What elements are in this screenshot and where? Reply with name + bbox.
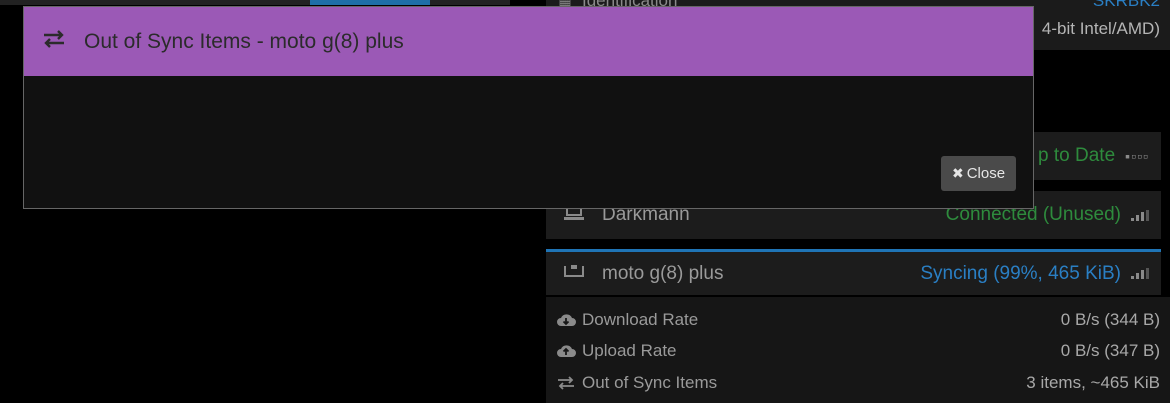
out-of-sync-label: Out of Sync Items [582, 373, 718, 392]
out-of-sync-row: Out of Sync Items 3 items, ~465 KiB [556, 368, 1160, 398]
arch-value: 4-bit Intel/AMD) [1041, 19, 1160, 38]
device-name: moto g(8) plus [602, 262, 724, 284]
background-accent [310, 0, 430, 5]
close-label: Close [966, 165, 1006, 182]
modal-header: Out of Sync Items - moto g(8) plus [24, 7, 1033, 76]
background-strip [0, 0, 510, 5]
phone-icon [562, 263, 586, 284]
device-status: p to Date [1038, 145, 1116, 166]
oos-label-wrap: Out of Sync Items [556, 373, 1026, 393]
cloud-upload-icon [556, 343, 576, 359]
download-rate-row: Download Rate 0 B/s (344 B) [556, 305, 1160, 335]
modal-title: Out of Sync Items - moto g(8) plus [84, 29, 404, 53]
cloud-download-icon [556, 312, 576, 328]
upload-rate-label: Upload Rate [582, 341, 677, 360]
device-row-moto[interactable]: moto g(8) plus Syncing (99%, 465 KiB) [546, 249, 1161, 295]
upload-rate-row: Upload Rate 0 B/s (347 B) [556, 336, 1160, 366]
app-root: ▦ Identification SKRBK2 4-bit Intel/AMD)… [0, 0, 1170, 403]
device-details: Download Rate 0 B/s (344 B) Upload Rate … [546, 297, 1170, 403]
upload-rate-value: 0 B/s (347 B) [1060, 341, 1160, 360]
connection-dots-icon: ▪▫▫▫ [1125, 148, 1149, 164]
upload-label-wrap: Upload Rate [556, 341, 1061, 361]
out-of-sync-modal: Out of Sync Items - moto g(8) plus ✖ Clo… [23, 6, 1034, 209]
close-button[interactable]: ✖ Close [941, 156, 1016, 191]
download-rate-label: Download Rate [582, 310, 699, 329]
signal-bars-icon [1131, 268, 1149, 279]
close-icon: ✖ [951, 165, 964, 181]
device-status: Syncing (99%, 465 KiB) [920, 262, 1121, 284]
out-of-sync-value[interactable]: 3 items, ~465 KiB [1026, 373, 1160, 393]
download-label-wrap: Download Rate [556, 310, 1061, 330]
signal-bars-icon [1131, 209, 1149, 221]
exchange-icon [556, 375, 574, 391]
download-rate-value: 0 B/s (344 B) [1060, 310, 1160, 329]
identification-value[interactable]: SKRBK2 [1093, 0, 1160, 11]
exchange-icon [42, 29, 68, 54]
